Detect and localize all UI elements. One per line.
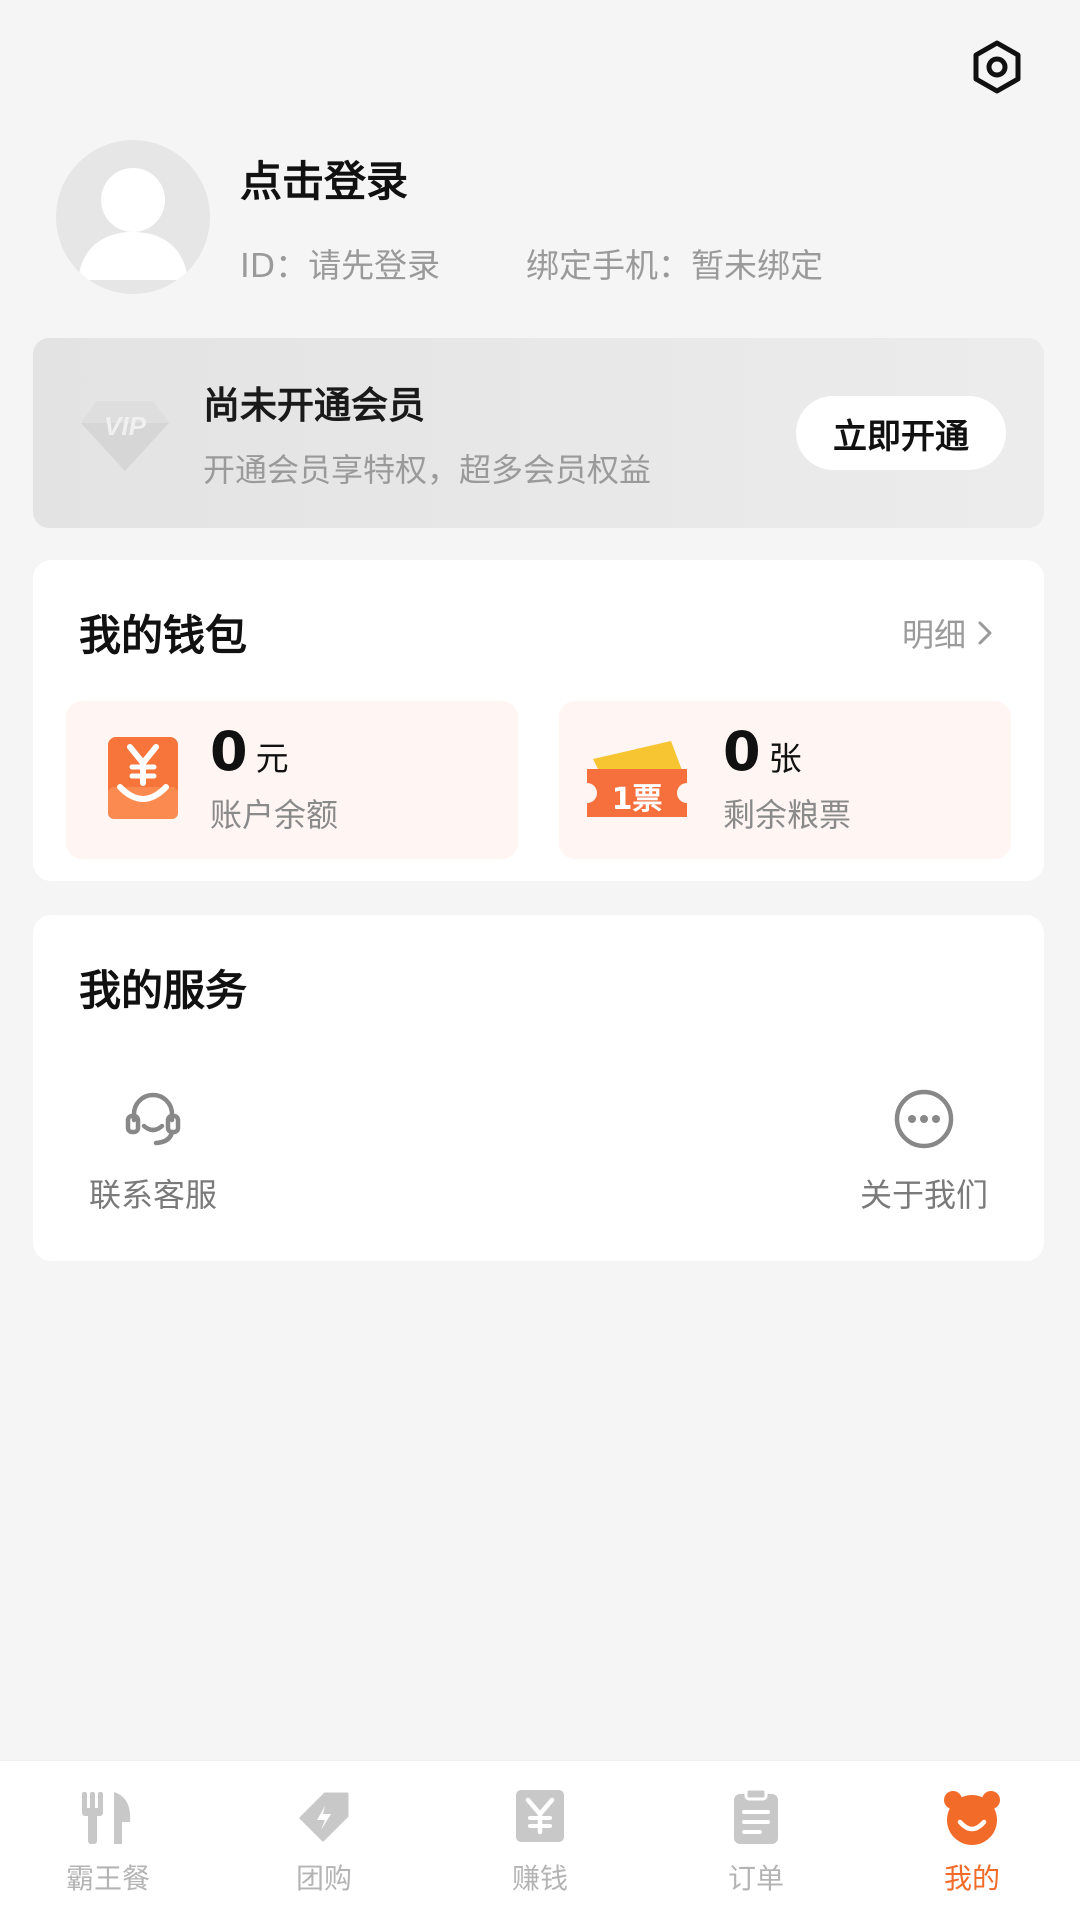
profile-info: 点击登录 ID：请先登录 绑定手机：暂未绑定	[240, 148, 823, 287]
vip-text: 尚未开通会员 开通会员享特权，超多会员权益	[203, 375, 796, 491]
vip-diamond-icon: VIP	[81, 401, 169, 471]
phone-binding-text: 绑定手机：暂未绑定	[526, 245, 823, 285]
default-avatar-icon	[78, 168, 188, 280]
fork-knife-icon-wrap	[76, 1785, 140, 1849]
bear-icon-wrap	[940, 1785, 1004, 1849]
tab-zhuanqian[interactable]: 赚钱	[432, 1761, 648, 1897]
service-contact-support-label: 联系客服	[89, 1176, 218, 1214]
more-dots-icon-wrap	[891, 1086, 957, 1152]
profile-page: 点击登录 ID：请先登录 绑定手机：暂未绑定 VIP 尚未开通会员 开通会员享特…	[0, 0, 1080, 1920]
wallet-tickets-item[interactable]: 1票 0 张 剩余粮票	[559, 701, 1011, 859]
tab-bawangcan-label: 霸王餐	[65, 1862, 150, 1895]
wallet-detail-label: 明细	[901, 615, 966, 654]
service-about-us[interactable]: 关于我们	[860, 1086, 988, 1216]
yen-bag-icon	[516, 1790, 564, 1842]
wallet-balance-amount-line: 0 元	[210, 719, 338, 783]
tab-tuangou[interactable]: 团购	[216, 1761, 432, 1897]
wallet-header: 我的钱包 明细	[33, 560, 1044, 663]
vip-badge-text: VIP	[104, 411, 147, 441]
services-row: 联系客服 关于我们	[33, 1018, 1044, 1248]
wallet-tickets-amount-line: 0 张	[723, 719, 851, 783]
profile-meta: ID：请先登录 绑定手机：暂未绑定	[240, 239, 823, 287]
vip-badge: VIP	[77, 385, 173, 481]
wallet-tickets-amount: 0	[723, 719, 761, 783]
wallet-detail-link[interactable]: 明细	[902, 610, 994, 656]
headset-icon	[125, 1092, 181, 1146]
wallet-tickets-unit: 张	[768, 738, 802, 778]
headset-icon-wrap	[120, 1086, 186, 1152]
wallet-balance-unit: 元	[255, 738, 289, 778]
services-title: 我的服务	[79, 966, 248, 1015]
tab-dingdan[interactable]: 订单	[648, 1761, 864, 1897]
services-card: 我的服务 联系客服 关于我们	[33, 915, 1044, 1261]
vip-card[interactable]: VIP 尚未开通会员 开通会员享特权，超多会员权益 立即开通	[33, 338, 1044, 528]
bottom-tab-bar: 霸王餐 团购 赚钱 订单 我的	[0, 1760, 1080, 1920]
open-vip-button[interactable]: 立即开通	[796, 396, 1006, 470]
ticket-icon-text: 1票	[612, 782, 663, 817]
settings-button[interactable]	[966, 36, 1028, 98]
more-dots-icon	[894, 1089, 954, 1149]
wallet-balance-icon-wrap	[106, 733, 180, 827]
wallet-title: 我的钱包	[79, 611, 248, 660]
wallet-tickets-icon-wrap: 1票	[583, 733, 693, 827]
yen-wallet-icon	[108, 737, 178, 819]
wallet-card: 我的钱包 明细 0 元 账户余额 1票 0 张 剩余粮票	[33, 560, 1044, 881]
vip-title: 尚未开通会员	[203, 384, 425, 427]
tab-dingdan-label: 订单	[727, 1862, 784, 1895]
settings-icon	[973, 40, 1021, 94]
ticket-icon: 1票	[587, 741, 687, 817]
wallet-tickets-text: 0 张 剩余粮票	[723, 719, 852, 836]
bear-icon	[944, 1791, 1000, 1845]
tag-bolt-icon-wrap	[292, 1785, 356, 1849]
wallet-balance-label: 账户余额	[210, 795, 339, 834]
wallet-balance-item[interactable]: 0 元 账户余额	[66, 701, 518, 859]
fork-knife-icon	[82, 1792, 131, 1844]
service-contact-support[interactable]: 联系客服	[89, 1086, 217, 1216]
login-link[interactable]: 点击登录	[240, 148, 823, 209]
services-header: 我的服务	[33, 915, 1044, 1018]
yen-bag-icon-wrap	[508, 1785, 572, 1849]
vip-subtitle: 开通会员享特权，超多会员权益	[203, 451, 652, 489]
wallet-items: 0 元 账户余额 1票 0 张 剩余粮票	[33, 663, 1044, 859]
tab-bawangcan[interactable]: 霸王餐	[0, 1761, 216, 1897]
chevron-right-icon	[978, 621, 992, 644]
wallet-balance-text: 0 元 账户余额	[210, 719, 339, 836]
clipboard-icon	[734, 1788, 778, 1844]
tag-bolt-icon	[299, 1792, 349, 1842]
user-id-text: ID：请先登录	[240, 245, 441, 285]
service-about-us-label: 关于我们	[859, 1176, 988, 1214]
tab-wode[interactable]: 我的	[864, 1761, 1080, 1897]
tab-wode-label: 我的	[943, 1862, 1000, 1895]
wallet-tickets-label: 剩余粮票	[723, 795, 852, 834]
wallet-balance-amount: 0	[210, 719, 248, 783]
tab-tuangou-label: 团购	[295, 1862, 352, 1895]
clipboard-icon-wrap	[724, 1785, 788, 1849]
tab-zhuanqian-label: 赚钱	[511, 1862, 568, 1895]
profile-header[interactable]: 点击登录 ID：请先登录 绑定手机：暂未绑定	[56, 140, 823, 294]
avatar[interactable]	[56, 140, 210, 294]
